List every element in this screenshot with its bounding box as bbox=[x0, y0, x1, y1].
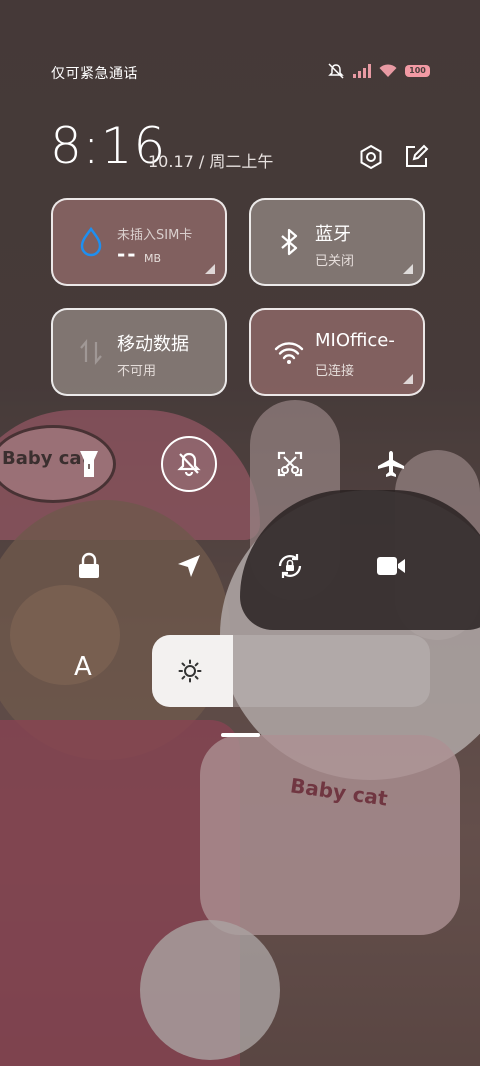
settings-icon[interactable] bbox=[357, 143, 385, 171]
location-icon bbox=[178, 555, 200, 577]
mobile-data-icon bbox=[75, 336, 107, 368]
lock-screen-toggle[interactable] bbox=[61, 538, 117, 594]
screenshot-icon bbox=[277, 451, 303, 477]
mute-bell-icon bbox=[177, 452, 201, 477]
screen-record-toggle[interactable] bbox=[363, 538, 419, 594]
brightness-icon bbox=[178, 659, 202, 687]
video-camera-icon bbox=[377, 557, 405, 575]
location-toggle[interactable] bbox=[161, 538, 217, 594]
flashlight-toggle[interactable] bbox=[61, 436, 117, 492]
flashlight-icon bbox=[80, 451, 98, 477]
clock-date: 10.17 / 周二上午 bbox=[148, 152, 274, 171]
bluetooth-icon bbox=[273, 226, 305, 258]
airplane-icon bbox=[378, 451, 404, 477]
notifications-muted-icon bbox=[327, 63, 345, 79]
carrier-status: 仅可紧急通话 bbox=[51, 66, 138, 82]
mute-toggle[interactable] bbox=[161, 436, 217, 492]
tile-corner-indicator bbox=[205, 264, 215, 274]
auto-brightness-button[interactable]: A bbox=[74, 652, 92, 682]
status-icons: 100 bbox=[327, 63, 430, 79]
bluetooth-title: 蓝牙 bbox=[315, 224, 351, 245]
lock-icon bbox=[79, 552, 99, 578]
data-usage-value: -- bbox=[117, 242, 138, 266]
sim-status-label: 未插入SIM卡 bbox=[117, 228, 193, 243]
wifi-tile[interactable]: MIOffice- 已连接 bbox=[249, 308, 425, 396]
brightness-slider[interactable] bbox=[152, 635, 430, 707]
wifi-icon bbox=[379, 64, 397, 78]
tile-corner-indicator bbox=[403, 374, 413, 384]
wifi-network-name: MIOffice- bbox=[315, 330, 395, 351]
rotation-lock-icon bbox=[278, 554, 302, 578]
wifi-status: 已连接 bbox=[315, 364, 355, 379]
screenshot-toggle[interactable] bbox=[262, 436, 318, 492]
drag-handle[interactable] bbox=[221, 733, 260, 737]
tile-corner-indicator bbox=[403, 264, 413, 274]
bluetooth-status: 已关闭 bbox=[315, 254, 355, 269]
signal-bars-icon bbox=[353, 64, 371, 78]
data-usage-unit: MB bbox=[144, 252, 162, 265]
rotation-lock-toggle[interactable] bbox=[262, 538, 318, 594]
battery-icon: 100 bbox=[405, 65, 430, 77]
edit-icon[interactable] bbox=[402, 143, 430, 171]
data-usage-tile[interactable]: 未插入SIM卡 -- MB bbox=[51, 198, 227, 286]
bluetooth-tile[interactable]: 蓝牙 已关闭 bbox=[249, 198, 425, 286]
airplane-toggle[interactable] bbox=[363, 436, 419, 492]
mobile-data-status: 不可用 bbox=[117, 364, 157, 379]
wifi-icon bbox=[273, 336, 305, 368]
mobile-data-tile[interactable]: 移动数据 不可用 bbox=[51, 308, 227, 396]
water-drop-icon bbox=[75, 226, 107, 258]
mobile-data-title: 移动数据 bbox=[117, 334, 189, 355]
